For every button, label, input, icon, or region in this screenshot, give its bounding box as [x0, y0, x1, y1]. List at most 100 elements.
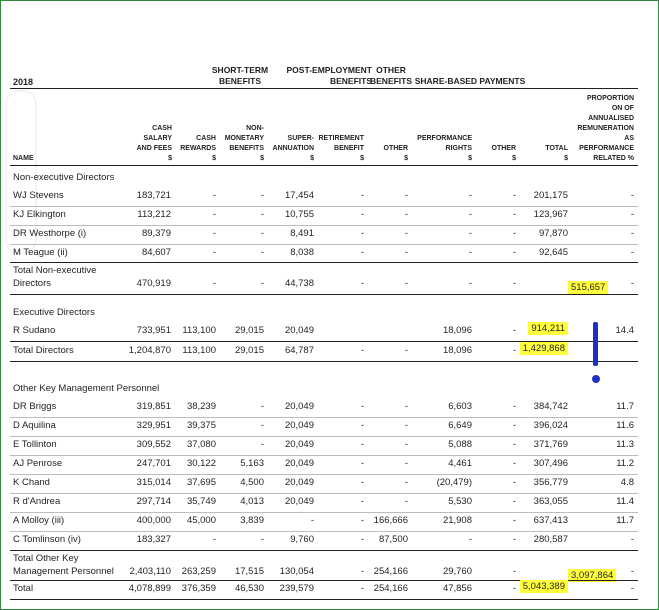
cell-value: 38,239 [186, 401, 216, 412]
cell-value: - [512, 477, 516, 488]
section-rule [10, 294, 638, 295]
cell-value: 8,038 [290, 247, 314, 258]
cell-value: - [212, 247, 216, 258]
cell-value: - [512, 190, 516, 201]
table-row: R Sudano 733,951 113,100 29,015 20,049 18,096… [10, 322, 638, 341]
cell-value: - [404, 209, 408, 220]
cell-value: - [310, 515, 314, 526]
cell-value: - [512, 228, 516, 239]
cell-value: 4,013 [240, 496, 264, 507]
cell-value: 35,749 [186, 496, 216, 507]
cell-value: - [630, 209, 634, 220]
row-name: Total [13, 583, 34, 594]
cell-value: - [212, 190, 216, 201]
cell-value: - [512, 209, 516, 220]
highlighted-total: 1,429,868 [519, 342, 568, 355]
cell-value: - [512, 401, 516, 412]
cell-value: 9,760 [290, 534, 314, 545]
cell-value: 384,742 [533, 401, 568, 412]
cell-value: 5,043,389 [516, 580, 568, 594]
cell-value: - [404, 496, 408, 507]
row-name-line2: Directors [13, 278, 52, 289]
cell-value: 11.6 [616, 420, 634, 431]
cell-value: - [630, 278, 634, 289]
annotation-marker [593, 322, 598, 366]
header-bottom-rule [10, 165, 638, 166]
cell-value: 3,839 [240, 515, 264, 526]
cell-value: 97,870 [538, 228, 568, 239]
row-name: R d'Andrea [13, 496, 61, 507]
highlighted-total: 914,211 [528, 322, 568, 335]
cell-value: 363,055 [533, 496, 568, 507]
cell-value: - [512, 420, 516, 431]
cell-value: 87,500 [378, 534, 408, 545]
cell-value: - [260, 420, 264, 431]
cell-value: 14.4 [615, 325, 635, 336]
section-non-exec: Non-executive Directors [13, 172, 115, 183]
cell-value: 44,738 [284, 278, 314, 289]
row-name: DR Briggs [13, 401, 57, 412]
cell-value: 356,779 [533, 477, 568, 488]
cell-value: 254,166 [373, 583, 408, 594]
cell-value: 20,049 [284, 325, 314, 336]
cell-value: - [212, 228, 216, 239]
cell-value: 20,049 [284, 477, 314, 488]
grand-total-row: Total 4,078,899 376,359 46,530 239,579-254,1… [10, 580, 638, 599]
cell-value: - [512, 345, 516, 356]
cell-value: 254,166 [373, 566, 408, 577]
header-top-rule [10, 88, 638, 89]
cell-value: 376,359 [181, 583, 216, 594]
cell-value: - [404, 247, 408, 258]
header-short-term: SHORT-TERM BENEFITS [211, 65, 269, 86]
row-name: M Teague (ii) [13, 247, 68, 258]
cell-value: 37,080 [186, 439, 216, 450]
cell-value: 10,755 [284, 209, 314, 220]
cell-value: 37,695 [186, 477, 216, 488]
cell-value: - [512, 566, 516, 577]
cell-value: - [404, 190, 408, 201]
row-name: WJ Stevens [13, 190, 64, 201]
cell-value: 637,413 [533, 515, 568, 526]
cell-value: 8,491 [290, 228, 314, 239]
header-other-benefits: OTHER BENEFITS [370, 65, 413, 86]
cell-value: 263,259 [181, 566, 216, 577]
cell-value: - [212, 209, 216, 220]
col-other-2: OTHER $ [491, 145, 517, 162]
cell-value: - [630, 190, 634, 201]
cell-value: 20,049 [284, 420, 314, 431]
table-row: A Molloy (iii) 400,000 45,000 3,839- -166,66… [10, 512, 638, 531]
annotation-dot [592, 375, 600, 383]
cell-value: - [630, 534, 634, 545]
cell-value: 64,787 [284, 345, 314, 356]
cell-value: - [630, 247, 634, 258]
cell-value: 371,769 [533, 439, 568, 450]
cell-value: - [404, 439, 408, 450]
header-post-employment: POST-EMPLOYMENT BENEFITS [286, 65, 372, 86]
cell-value: - [512, 458, 516, 469]
cell-value: 201,175 [533, 190, 568, 201]
row-name: E Tollinton [13, 439, 57, 450]
col-cash-rewards: CASH REWARDS $ [180, 135, 216, 162]
total-non-exec-row: Total Non-executive Directors 470,919- -44,… [10, 263, 638, 294]
row-name: D Aquilina [13, 420, 56, 431]
cell-value: - [404, 345, 408, 356]
cell-value: - [404, 477, 408, 488]
table-row: DR Briggs 319,851 38,239-20,049- -6,603-384… [10, 398, 638, 417]
col-superannuation: SUPER- ANNUATION $ [272, 135, 314, 162]
cell-value: 92,645 [538, 247, 568, 258]
row-name: DR Westhorpe (i) [13, 228, 87, 239]
cell-value: - [260, 247, 264, 258]
cell-value: - [512, 515, 516, 526]
row-name-line2: Management Personnel [13, 566, 114, 577]
cell-value: - [512, 439, 516, 450]
cell-value: 914,211 [516, 322, 568, 336]
section-kmp: Other Key Management Personnel [13, 383, 160, 394]
cell-value: - [512, 534, 516, 545]
cell-value: 46,530 [234, 583, 264, 594]
cell-value: - [630, 566, 634, 577]
cell-value: - [212, 534, 216, 545]
cell-value: 113,100 [182, 345, 216, 356]
cell-value: - [630, 583, 634, 594]
cell-value: - [512, 325, 516, 336]
table-row: K Chand 315,014 37,695 4,500 20,049- - (20,479… [10, 474, 638, 493]
